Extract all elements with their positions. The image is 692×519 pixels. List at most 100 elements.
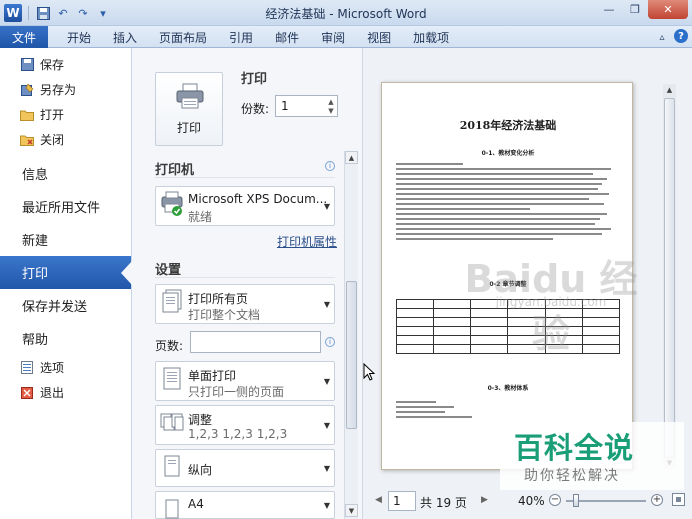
ribbon-tab-bar: 文件 开始 插入 页面布局 引用 邮件 审阅 视图 加载项 ▵ ?	[0, 26, 692, 48]
help-icon[interactable]: ?	[674, 29, 688, 43]
nav-options[interactable]: 选项	[0, 355, 131, 380]
collate-dropdown[interactable]: 调整 1,2,3 1,2,3 1,2,3 ▼	[155, 405, 335, 445]
nav-open[interactable]: 打开	[0, 102, 131, 127]
print-button[interactable]: 打印	[155, 72, 223, 146]
paper-size-label: A4	[188, 497, 204, 511]
ribbon-right-controls: ▵ ?	[654, 29, 688, 45]
copies-spinner[interactable]: ▲ ▼	[326, 97, 336, 115]
nav-save-as-label: 另存为	[40, 83, 77, 97]
dropdown-arrow-icon: ▼	[323, 420, 330, 430]
mouse-cursor-icon	[363, 363, 375, 381]
spin-up-icon[interactable]: ▲	[328, 98, 333, 106]
nav-close-label: 关闭	[40, 133, 65, 147]
zoom-slider-thumb[interactable]	[573, 494, 579, 507]
scroll-down-icon[interactable]: ▼	[345, 504, 358, 517]
next-page-icon[interactable]: ▶	[481, 495, 488, 505]
nav-recent[interactable]: 最近所用文件	[0, 190, 131, 223]
scroll-thumb[interactable]	[664, 98, 675, 458]
tab-insert[interactable]: 插入	[102, 26, 148, 48]
section-settings-title: 设置	[155, 263, 182, 278]
close-window-icon[interactable]: ✕	[648, 0, 688, 19]
nav-new[interactable]: 新建	[0, 223, 131, 256]
orientation-dropdown[interactable]: 纵向 ▼	[155, 449, 335, 487]
dropdown-arrow-icon: ▼	[323, 463, 330, 473]
pages-info-icon[interactable]: i	[325, 337, 335, 347]
print-range-main: 打印所有页	[188, 292, 249, 306]
tab-references[interactable]: 引用	[218, 26, 264, 48]
dropdown-arrow-icon: ▼	[323, 299, 330, 309]
save-as-icon	[20, 83, 34, 97]
tab-addins[interactable]: 加载项	[402, 26, 460, 48]
print-sides-sub: 只打印一侧的页面	[188, 385, 285, 399]
nav-print[interactable]: 打印	[0, 256, 132, 289]
printer-info-icon[interactable]: i	[325, 161, 335, 171]
expand-ribbon-icon[interactable]: ▵	[654, 29, 670, 45]
tab-review[interactable]: 审阅	[310, 26, 356, 48]
scroll-up-icon[interactable]: ▲	[663, 84, 676, 96]
print-sides-main: 单面打印	[188, 369, 237, 383]
copies-input[interactable]: 1 ▲ ▼	[275, 95, 338, 117]
copies-label: 份数:	[241, 102, 270, 116]
print-sides-dropdown[interactable]: 单面打印 只打印一侧的页面 ▼	[155, 361, 335, 401]
divider	[155, 277, 335, 278]
tab-page-layout[interactable]: 页面布局	[148, 26, 218, 48]
tab-mailings[interactable]: 邮件	[264, 26, 310, 48]
nav-exit[interactable]: 退出	[0, 380, 131, 405]
minimize-icon[interactable]: —	[596, 0, 622, 19]
section-print-title: 打印	[241, 72, 268, 87]
restore-icon[interactable]: ❐	[622, 0, 648, 19]
print-range-dropdown[interactable]: 打印所有页 打印整个文档 ▼	[155, 284, 335, 324]
zoom-out-icon[interactable]: −	[549, 494, 561, 506]
current-page-input[interactable]: 1	[388, 491, 416, 511]
nav-info[interactable]: 信息	[0, 157, 131, 190]
nav-open-label: 打开	[40, 108, 65, 122]
pages-input[interactable]	[190, 331, 321, 353]
baike-slogan: 助你轻松解决	[524, 468, 620, 484]
dropdown-arrow-icon: ▼	[323, 500, 330, 510]
one-sided-icon	[163, 367, 181, 390]
print-settings-panel: 打印 打印 份数: 1 ▲ ▼ 打印机 i Microsoft XPS Docum…	[132, 48, 362, 519]
paper-size-dropdown[interactable]: A4 ▼	[155, 491, 335, 519]
settings-scrollbar[interactable]: ▲ ▼	[344, 151, 358, 519]
dropdown-arrow-icon: ▼	[323, 376, 330, 386]
baike-overlay: 百科全说 助你轻松解决	[500, 422, 684, 490]
scroll-up-icon[interactable]: ▲	[345, 151, 358, 164]
baidu-watermark-url: jingyan.baidu.com	[495, 295, 607, 309]
nav-save[interactable]: 保存	[0, 52, 131, 77]
zoom-to-page-icon[interactable]	[672, 493, 685, 506]
nav-save-as[interactable]: 另存为	[0, 77, 131, 102]
tab-file[interactable]: 文件	[0, 26, 48, 48]
section-printer-title: 打印机	[155, 163, 195, 178]
nav-save-label: 保存	[40, 58, 65, 72]
printer-dropdown[interactable]: Microsoft XPS Docum... 就绪 ▼	[155, 186, 335, 226]
nav-save-send[interactable]: 保存并发送	[0, 289, 131, 322]
divider	[155, 177, 335, 178]
ribbon-tabs: 开始 插入 页面布局 引用 邮件 审阅 视图 加载项	[56, 26, 460, 48]
print-button-label: 打印	[176, 121, 201, 135]
scroll-thumb[interactable]	[346, 281, 357, 429]
printer-ready-icon	[161, 191, 183, 216]
prev-page-icon[interactable]: ◀	[375, 495, 382, 505]
printer-properties-link[interactable]: 打印机属性	[277, 233, 337, 250]
spin-down-icon[interactable]: ▼	[328, 107, 333, 115]
open-folder-icon	[20, 108, 34, 122]
preview-text-block	[396, 163, 620, 243]
tab-view[interactable]: 视图	[356, 26, 402, 48]
save-icon	[20, 58, 34, 72]
collate-sub: 1,2,3 1,2,3 1,2,3	[188, 427, 288, 441]
dropdown-arrow-icon: ▼	[323, 201, 330, 211]
title-bar: W ↶ ↷ ▾ 经济法基础 - Microsoft Word — ❐ ✕	[0, 0, 692, 26]
collate-icon	[160, 413, 184, 431]
preview-doc-title: 2018年经济法基础	[459, 119, 557, 132]
zoom-in-icon[interactable]: +	[651, 494, 663, 506]
total-pages: 共 19 页	[420, 496, 467, 510]
zoom-level[interactable]: 40%	[518, 494, 545, 508]
pages-label: 页数:	[155, 339, 184, 353]
preview-scrollbar[interactable]: ▲ ▼	[663, 84, 676, 469]
nav-close[interactable]: 关闭	[0, 127, 131, 152]
nav-help[interactable]: 帮助	[0, 322, 131, 355]
window-controls: — ❐ ✕	[596, 0, 688, 19]
preview-text-block	[396, 401, 620, 421]
tab-home[interactable]: 开始	[56, 26, 102, 48]
printer-name: Microsoft XPS Docum...	[188, 192, 328, 206]
